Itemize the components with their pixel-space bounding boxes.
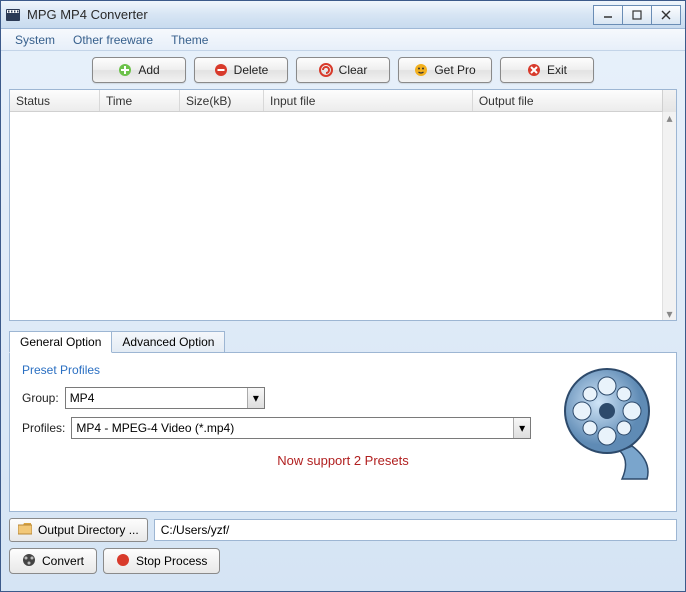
- vertical-scrollbar[interactable]: ▴ ▾: [662, 112, 676, 320]
- output-directory-button[interactable]: Output Directory ...: [9, 518, 148, 542]
- convert-label: Convert: [42, 554, 84, 568]
- stop-button[interactable]: Stop Process: [103, 548, 220, 574]
- group-label: Group:: [22, 391, 59, 405]
- titlebar: MPG MP4 Converter: [1, 1, 685, 29]
- column-size[interactable]: Size(kB): [180, 90, 264, 111]
- profiles-value[interactable]: [72, 418, 513, 438]
- window-controls: [594, 5, 681, 25]
- maximize-button[interactable]: [622, 5, 652, 25]
- scrollbar-corner: [662, 90, 676, 112]
- column-output[interactable]: Output file: [473, 90, 662, 111]
- clear-button[interactable]: Clear: [296, 57, 390, 83]
- clear-icon: [319, 63, 333, 77]
- group-dropdown-button[interactable]: ▾: [247, 388, 264, 408]
- delete-label: Delete: [234, 63, 269, 77]
- convert-button[interactable]: Convert: [9, 548, 97, 574]
- exit-icon: [527, 63, 541, 77]
- menu-other-freeware[interactable]: Other freeware: [65, 31, 161, 49]
- window-title: MPG MP4 Converter: [27, 7, 594, 22]
- chevron-down-icon: ▾: [253, 391, 259, 405]
- action-bar: Convert Stop Process: [9, 548, 677, 574]
- table-body[interactable]: [10, 112, 662, 320]
- minimize-button[interactable]: [593, 5, 623, 25]
- column-status[interactable]: Status: [10, 90, 100, 111]
- app-icon: [5, 7, 21, 23]
- tab-general[interactable]: General Option: [9, 331, 112, 353]
- output-bar: Output Directory ...: [9, 518, 677, 542]
- tab-advanced[interactable]: Advanced Option: [111, 331, 225, 352]
- scroll-up-icon[interactable]: ▴: [664, 112, 676, 124]
- file-table: Status Time Size(kB) Input file Output f…: [9, 89, 677, 321]
- stop-label: Stop Process: [136, 554, 207, 568]
- app-window: MPG MP4 Converter System Other freeware …: [0, 0, 686, 592]
- add-button[interactable]: Add: [92, 57, 186, 83]
- convert-icon: [22, 553, 36, 570]
- film-reel-art: [552, 361, 662, 481]
- stop-icon: [116, 553, 130, 570]
- options-tabs: General Option Advanced Option Preset Pr…: [9, 331, 677, 512]
- exit-label: Exit: [547, 63, 567, 77]
- output-path-input[interactable]: [154, 519, 677, 541]
- clear-label: Clear: [339, 63, 368, 77]
- add-label: Add: [138, 63, 159, 77]
- getpro-icon: [414, 63, 428, 77]
- getpro-label: Get Pro: [434, 63, 475, 77]
- profiles-dropdown-button[interactable]: ▾: [513, 418, 530, 438]
- profiles-label: Profiles:: [22, 421, 65, 435]
- profiles-combo[interactable]: ▾: [71, 417, 531, 439]
- column-time[interactable]: Time: [100, 90, 180, 111]
- output-directory-label: Output Directory ...: [38, 523, 139, 537]
- chevron-down-icon: ▾: [519, 421, 525, 435]
- exit-button[interactable]: Exit: [500, 57, 594, 83]
- folder-icon: [18, 523, 32, 538]
- column-input[interactable]: Input file: [264, 90, 473, 111]
- menu-theme[interactable]: Theme: [163, 31, 216, 49]
- scroll-down-icon[interactable]: ▾: [664, 308, 676, 320]
- general-panel: Preset Profiles Group: ▾ Profiles: ▾ Now…: [9, 352, 677, 512]
- delete-icon: [214, 63, 228, 77]
- menubar: System Other freeware Theme: [1, 29, 685, 51]
- table-header: Status Time Size(kB) Input file Output f…: [10, 90, 662, 112]
- toolbar: Add Delete Clear Get Pro Exit: [1, 51, 685, 89]
- menu-system[interactable]: System: [7, 31, 63, 49]
- add-icon: [118, 63, 132, 77]
- delete-button[interactable]: Delete: [194, 57, 288, 83]
- group-combo[interactable]: ▾: [65, 387, 265, 409]
- getpro-button[interactable]: Get Pro: [398, 57, 492, 83]
- group-value[interactable]: [66, 388, 247, 408]
- close-button[interactable]: [651, 5, 681, 25]
